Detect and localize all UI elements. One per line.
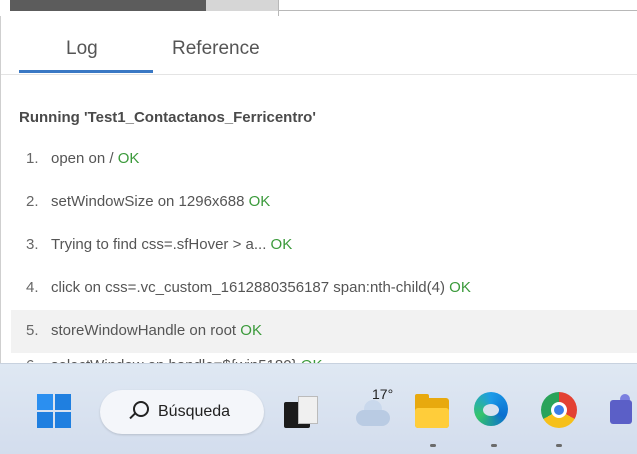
top-strip: [0, 0, 637, 16]
taskbar: Búsqueda 17°: [0, 363, 637, 454]
status-ok: OK: [240, 322, 262, 339]
log-number: 4.: [26, 279, 39, 296]
log-entry: 3. Trying to find css=.sfHover > a... OK: [11, 224, 637, 267]
status-ok: OK: [248, 193, 271, 210]
log-entry: 2. setWindowSize on 1296x688 OK: [11, 181, 637, 224]
log-panel: Log Reference Running 'Test1_Contactanos…: [0, 16, 637, 365]
running-indicator: [491, 444, 497, 447]
chrome-icon[interactable]: [541, 392, 581, 432]
log-text: open on /: [51, 150, 114, 167]
search-label: Búsqueda: [158, 403, 231, 420]
log-text: setWindowSize on 1296x688: [51, 193, 245, 210]
weather-icon: [356, 410, 390, 426]
teams-icon[interactable]: [610, 394, 637, 430]
running-indicator: [430, 444, 436, 447]
log-entry: 4. click on css=.vc_custom_1612880356187…: [11, 267, 637, 310]
tab-log[interactable]: Log: [66, 38, 98, 60]
status-ok: OK: [449, 279, 471, 296]
weather-widget[interactable]: 17°: [350, 386, 400, 436]
edge-icon[interactable]: [474, 392, 514, 432]
search-icon: [133, 401, 149, 417]
log-text: storeWindowHandle on root: [51, 322, 237, 339]
file-explorer-icon[interactable]: [415, 394, 451, 430]
log-text: click on css=.vc_custom_1612880356187 sp…: [51, 279, 445, 296]
divider: [278, 0, 279, 16]
divider: [278, 10, 637, 11]
log-number: 2.: [26, 193, 39, 210]
running-indicator: [556, 444, 562, 447]
log-text: Trying to find css=.sfHover > a...: [51, 236, 267, 253]
taskbar-search-button[interactable]: Búsqueda: [100, 390, 264, 434]
windows-start-icon[interactable]: [37, 394, 71, 428]
active-tab-indicator: [19, 70, 153, 73]
log-list: 1. open on / OK 2. setWindowSize on 1296…: [11, 138, 637, 365]
log-number: 5.: [26, 322, 39, 339]
log-entry-highlighted: 5. storeWindowHandle on root OK: [11, 310, 637, 353]
app-icon[interactable]: [284, 396, 318, 428]
weather-temp: 17°: [372, 386, 394, 402]
log-number: 3.: [26, 236, 39, 253]
log-entry: 1. open on / OK: [11, 138, 637, 181]
log-number: 1.: [26, 150, 39, 167]
status-ok: OK: [117, 150, 140, 167]
panel-tab-active[interactable]: [10, 0, 206, 11]
tab-reference[interactable]: Reference: [172, 38, 260, 60]
panel-tab-inactive[interactable]: [206, 0, 278, 11]
run-title: Running 'Test1_Contactanos_Ferricentro': [19, 109, 316, 126]
tab-bar: Log Reference: [1, 16, 637, 75]
status-ok: OK: [270, 236, 293, 253]
